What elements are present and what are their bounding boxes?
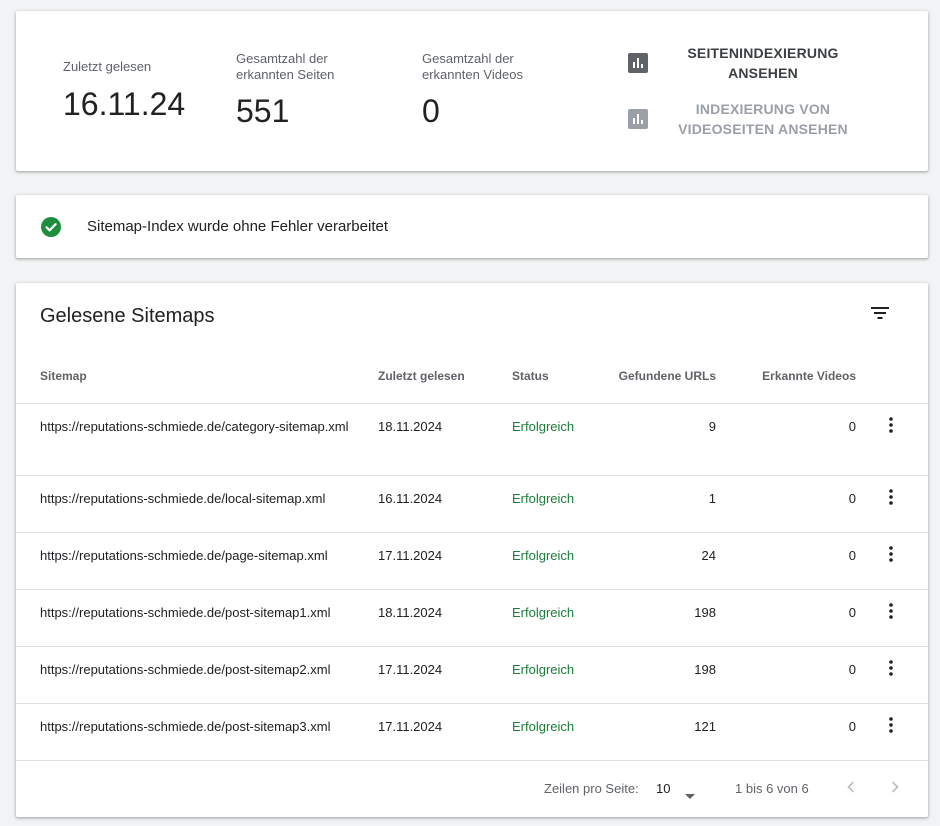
pages-value: 551	[236, 93, 290, 129]
sitemap-url[interactable]: https://reputations-schmiede.de/local-si…	[40, 487, 360, 511]
sitemap-url[interactable]: https://reputations-schmiede.de/category…	[40, 415, 360, 439]
pagination-bar: Zeilen pro Seite: 10 1 bis 6 von 6	[16, 760, 928, 817]
summary-card: Zuletzt gelesen 16.11.24 Gesamtzahl der …	[16, 11, 928, 171]
last-read-date: 18.11.2024	[378, 419, 443, 434]
videos-label: Gesamtzahl der erkannten Videos	[422, 51, 523, 82]
table-row[interactable]: https://reputations-schmiede.de/local-si…	[16, 475, 928, 532]
sitemap-url[interactable]: https://reputations-schmiede.de/post-sit…	[40, 601, 360, 625]
caret-down-icon	[685, 786, 695, 804]
row-menu-button[interactable]	[879, 715, 903, 739]
found-urls: 121	[694, 719, 716, 734]
status-text: Erfolgreich	[512, 662, 575, 677]
chevron-right-icon	[891, 780, 899, 798]
last-read-date: 17.11.2024	[378, 719, 443, 734]
found-urls: 24	[701, 548, 716, 563]
page-indexing-button[interactable]: SEITENINDEXIERUNG ANSEHEN	[628, 41, 878, 85]
detected-videos: 0	[848, 491, 856, 506]
next-page-button[interactable]	[883, 777, 907, 801]
row-menu-button[interactable]	[879, 601, 903, 625]
table-row[interactable]: https://reputations-schmiede.de/post-sit…	[16, 589, 928, 646]
column-header-last-read[interactable]: Zuletzt gelesen	[378, 368, 465, 384]
found-urls: 198	[694, 605, 716, 620]
more-vert-icon	[889, 716, 893, 738]
column-header-detected-videos[interactable]: Erkannte Videos	[716, 368, 856, 384]
last-read-date: 17.11.2024	[378, 548, 443, 563]
check-circle-icon	[40, 216, 62, 243]
chevron-left-icon	[847, 780, 855, 798]
videos-value: 0	[422, 93, 440, 129]
status-card: Sitemap-Index wurde ohne Fehler verarbei…	[16, 195, 928, 258]
column-header-found-urls[interactable]: Gefundene URLs	[576, 368, 716, 384]
detected-videos: 0	[848, 662, 856, 677]
last-read-date: 16.11.2024	[378, 491, 443, 506]
status-text: Erfolgreich	[512, 548, 575, 563]
found-urls: 9	[708, 419, 716, 434]
detected-videos: 0	[848, 548, 856, 563]
sitemaps-table-card: Gelesene Sitemaps Sitemap Zuletzt gelese…	[16, 283, 928, 817]
pagination-range: 1 bis 6 von 6	[735, 781, 809, 796]
more-vert-icon	[889, 416, 893, 438]
sitemap-url[interactable]: https://reputations-schmiede.de/post-sit…	[40, 715, 360, 739]
column-header-sitemap[interactable]: Sitemap	[40, 368, 87, 384]
rows-per-page-label: Zeilen pro Seite:	[544, 781, 639, 796]
last-read-label: Zuletzt gelesen	[63, 59, 152, 74]
column-header-status[interactable]: Status	[512, 368, 549, 384]
rows-per-page-value: 10	[656, 781, 671, 796]
filter-icon	[870, 306, 890, 325]
last-read-stat: Zuletzt gelesen 16.11.24	[63, 59, 185, 123]
found-urls: 198	[694, 662, 716, 677]
sitemap-url[interactable]: https://reputations-schmiede.de/page-sit…	[40, 544, 360, 568]
table-row[interactable]: https://reputations-schmiede.de/post-sit…	[16, 703, 928, 760]
video-indexing-button[interactable]: INDEXIERUNG VON VIDEOSEITEN ANSEHEN	[628, 97, 878, 141]
table-row[interactable]: https://reputations-schmiede.de/post-sit…	[16, 646, 928, 703]
status-text: Erfolgreich	[512, 719, 575, 734]
sitemap-url[interactable]: https://reputations-schmiede.de/post-sit…	[40, 658, 360, 682]
more-vert-icon	[889, 659, 893, 681]
pages-label: Gesamtzahl der erkannten Seiten	[236, 51, 335, 82]
filter-button[interactable]	[864, 299, 896, 331]
pages-stat: Gesamtzahl der erkannten Seiten 551	[236, 51, 376, 130]
row-menu-button[interactable]	[879, 544, 903, 568]
more-vert-icon	[889, 602, 893, 624]
status-message: Sitemap-Index wurde ohne Fehler verarbei…	[87, 218, 388, 235]
detected-videos: 0	[848, 719, 856, 734]
status-text: Erfolgreich	[512, 491, 575, 506]
status-text: Erfolgreich	[512, 419, 575, 434]
bar-chart-icon	[628, 109, 648, 129]
rows-per-page-select[interactable]: 10	[656, 775, 704, 803]
page-indexing-label: SEITENINDEXIERUNG ANSEHEN	[687, 45, 839, 81]
table-row[interactable]: https://reputations-schmiede.de/category…	[16, 403, 928, 475]
last-read-date: 17.11.2024	[378, 662, 443, 677]
row-menu-button[interactable]	[879, 487, 903, 511]
last-read-value: 16.11.24	[63, 86, 186, 122]
bar-chart-icon	[628, 53, 648, 73]
previous-page-button[interactable]	[839, 777, 863, 801]
row-menu-button[interactable]	[879, 658, 903, 682]
table-row[interactable]: https://reputations-schmiede.de/page-sit…	[16, 532, 928, 589]
video-indexing-label: INDEXIERUNG VON VIDEOSEITEN ANSEHEN	[678, 101, 848, 137]
row-menu-button[interactable]	[879, 415, 903, 439]
detected-videos: 0	[848, 605, 856, 620]
more-vert-icon	[889, 545, 893, 567]
table-title: Gelesene Sitemaps	[40, 305, 215, 327]
videos-stat: Gesamtzahl der erkannten Videos 0	[422, 51, 562, 130]
last-read-date: 18.11.2024	[378, 605, 443, 620]
found-urls: 1	[708, 491, 716, 506]
detected-videos: 0	[848, 419, 856, 434]
status-text: Erfolgreich	[512, 605, 575, 620]
more-vert-icon	[889, 488, 893, 510]
